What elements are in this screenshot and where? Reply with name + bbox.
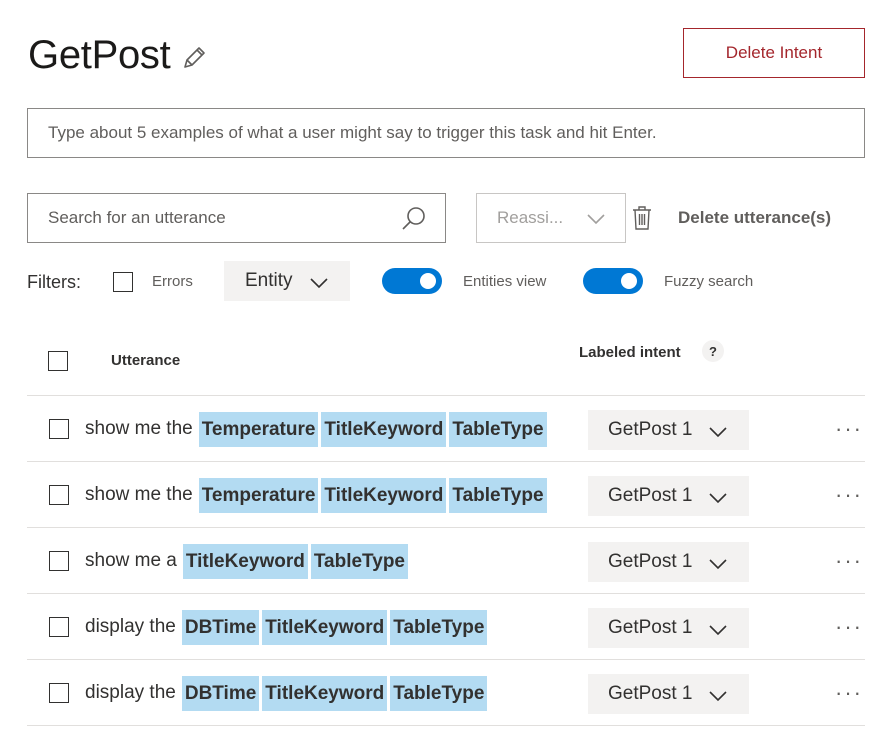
- utterance-text: show me the Temperature TitleKeyword TableT…: [85, 462, 550, 528]
- row-checkbox[interactable]: [49, 419, 69, 439]
- reassign-label: Reassi...: [497, 208, 564, 227]
- column-header-labeled-intent[interactable]: Labeled intent: [579, 344, 681, 361]
- entity-filter-dropdown[interactable]: Entity: [224, 261, 350, 301]
- utterance-plain-text: show me the: [85, 418, 193, 439]
- table-row[interactable]: show me a TitleKeyword TableType GetPost 1 ·…: [27, 528, 865, 594]
- toggle-knob: [621, 273, 637, 289]
- entity-label[interactable]: TitleKeyword: [262, 609, 388, 645]
- labeled-intent-dropdown[interactable]: GetPost 1: [588, 476, 749, 516]
- reassign-intent-dropdown[interactable]: Reassi...: [476, 193, 626, 243]
- delete-utterances-button[interactable]: Delete utterance(s): [678, 208, 831, 228]
- labeled-intent-dropdown[interactable]: GetPost 1: [588, 674, 749, 714]
- errors-label: Errors: [152, 273, 193, 290]
- select-all-checkbox[interactable]: [48, 351, 68, 371]
- chevron-down-icon: [709, 422, 727, 444]
- more-options-icon[interactable]: ···: [835, 548, 863, 574]
- chevron-down-icon: [587, 210, 605, 230]
- utterance-plain-text: show me a: [85, 550, 177, 571]
- utterance-text: display the DBTime TitleKeyword TableType: [85, 660, 490, 726]
- chevron-down-icon: [310, 273, 328, 295]
- entity-label[interactable]: TableType: [310, 543, 408, 579]
- entity-label[interactable]: TitleKeyword: [321, 411, 447, 447]
- labeled-intent-value: GetPost 1: [608, 617, 693, 638]
- chevron-down-icon: [709, 488, 727, 510]
- utterance-plain-text: show me the: [85, 484, 193, 505]
- toggle-knob: [420, 273, 436, 289]
- utterance-text: show me the Temperature TitleKeyword TableT…: [85, 396, 550, 462]
- filters-label: Filters:: [27, 272, 81, 292]
- trash-icon[interactable]: [631, 205, 653, 231]
- page-title: GetPost: [28, 32, 171, 77]
- more-options-icon[interactable]: ···: [835, 416, 863, 442]
- table-header: Utterance Labeled intent ?: [27, 330, 865, 396]
- table-row[interactable]: display the DBTime TitleKeyword TableType Ge…: [27, 660, 865, 726]
- entity-label[interactable]: DBTime: [181, 675, 260, 711]
- chevron-down-icon: [709, 686, 727, 708]
- entity-label[interactable]: TableType: [390, 675, 488, 711]
- row-checkbox[interactable]: [49, 551, 69, 571]
- labeled-intent-value: GetPost 1: [608, 485, 693, 506]
- utterance-text: show me a TitleKeyword TableType: [85, 528, 411, 594]
- chevron-down-icon: [709, 554, 727, 576]
- more-options-icon[interactable]: ···: [835, 614, 863, 640]
- entity-label[interactable]: DBTime: [181, 609, 260, 645]
- entities-view-label: Entities view: [463, 273, 547, 290]
- fuzzy-search-toggle[interactable]: [583, 268, 643, 294]
- entity-filter-label: Entity: [245, 270, 293, 291]
- search-icon[interactable]: [401, 206, 427, 232]
- entity-label[interactable]: Temperature: [198, 477, 319, 513]
- column-header-utterance[interactable]: Utterance: [111, 352, 180, 369]
- table-row[interactable]: display the DBTime TitleKeyword TableType Ge…: [27, 594, 865, 660]
- fuzzy-search-label: Fuzzy search: [664, 273, 754, 290]
- entities-view-toggle[interactable]: [382, 268, 442, 294]
- row-checkbox[interactable]: [49, 485, 69, 505]
- table-row[interactable]: show me the Temperature TitleKeyword TableT…: [27, 396, 865, 462]
- entity-label[interactable]: TableType: [390, 609, 488, 645]
- utterance-text: display the DBTime TitleKeyword TableType: [85, 594, 490, 660]
- help-icon[interactable]: ?: [702, 340, 724, 362]
- more-options-icon[interactable]: ···: [835, 680, 863, 706]
- page-title-area: GetPost: [28, 30, 208, 80]
- utterance-search-input[interactable]: Search for an utterance: [27, 193, 446, 243]
- entity-label[interactable]: TitleKeyword: [182, 543, 308, 579]
- entity-label[interactable]: TitleKeyword: [321, 477, 447, 513]
- utterance-plain-text: display the: [85, 682, 176, 703]
- table-row[interactable]: show me the Temperature TitleKeyword TableT…: [27, 462, 865, 528]
- entity-label[interactable]: Temperature: [198, 411, 319, 447]
- labeled-intent-value: GetPost 1: [608, 683, 693, 704]
- entity-label[interactable]: TableType: [449, 477, 547, 513]
- delete-intent-button[interactable]: Delete Intent: [683, 28, 865, 78]
- row-checkbox[interactable]: [49, 683, 69, 703]
- labeled-intent-dropdown[interactable]: GetPost 1: [588, 542, 749, 582]
- labeled-intent-dropdown[interactable]: GetPost 1: [588, 608, 749, 648]
- entity-label[interactable]: TableType: [449, 411, 547, 447]
- errors-checkbox[interactable]: [113, 272, 133, 292]
- utterance-plain-text: display the: [85, 616, 176, 637]
- labeled-intent-dropdown[interactable]: GetPost 1: [588, 410, 749, 450]
- row-checkbox[interactable]: [49, 617, 69, 637]
- more-options-icon[interactable]: ···: [835, 482, 863, 508]
- edit-pencil-icon[interactable]: [180, 44, 208, 72]
- search-placeholder: Search for an utterance: [48, 208, 226, 227]
- labeled-intent-value: GetPost 1: [608, 419, 693, 440]
- labeled-intent-value: GetPost 1: [608, 551, 693, 572]
- add-example-input[interactable]: Type about 5 examples of what a user mig…: [27, 108, 865, 158]
- chevron-down-icon: [709, 620, 727, 642]
- entity-label[interactable]: TitleKeyword: [262, 675, 388, 711]
